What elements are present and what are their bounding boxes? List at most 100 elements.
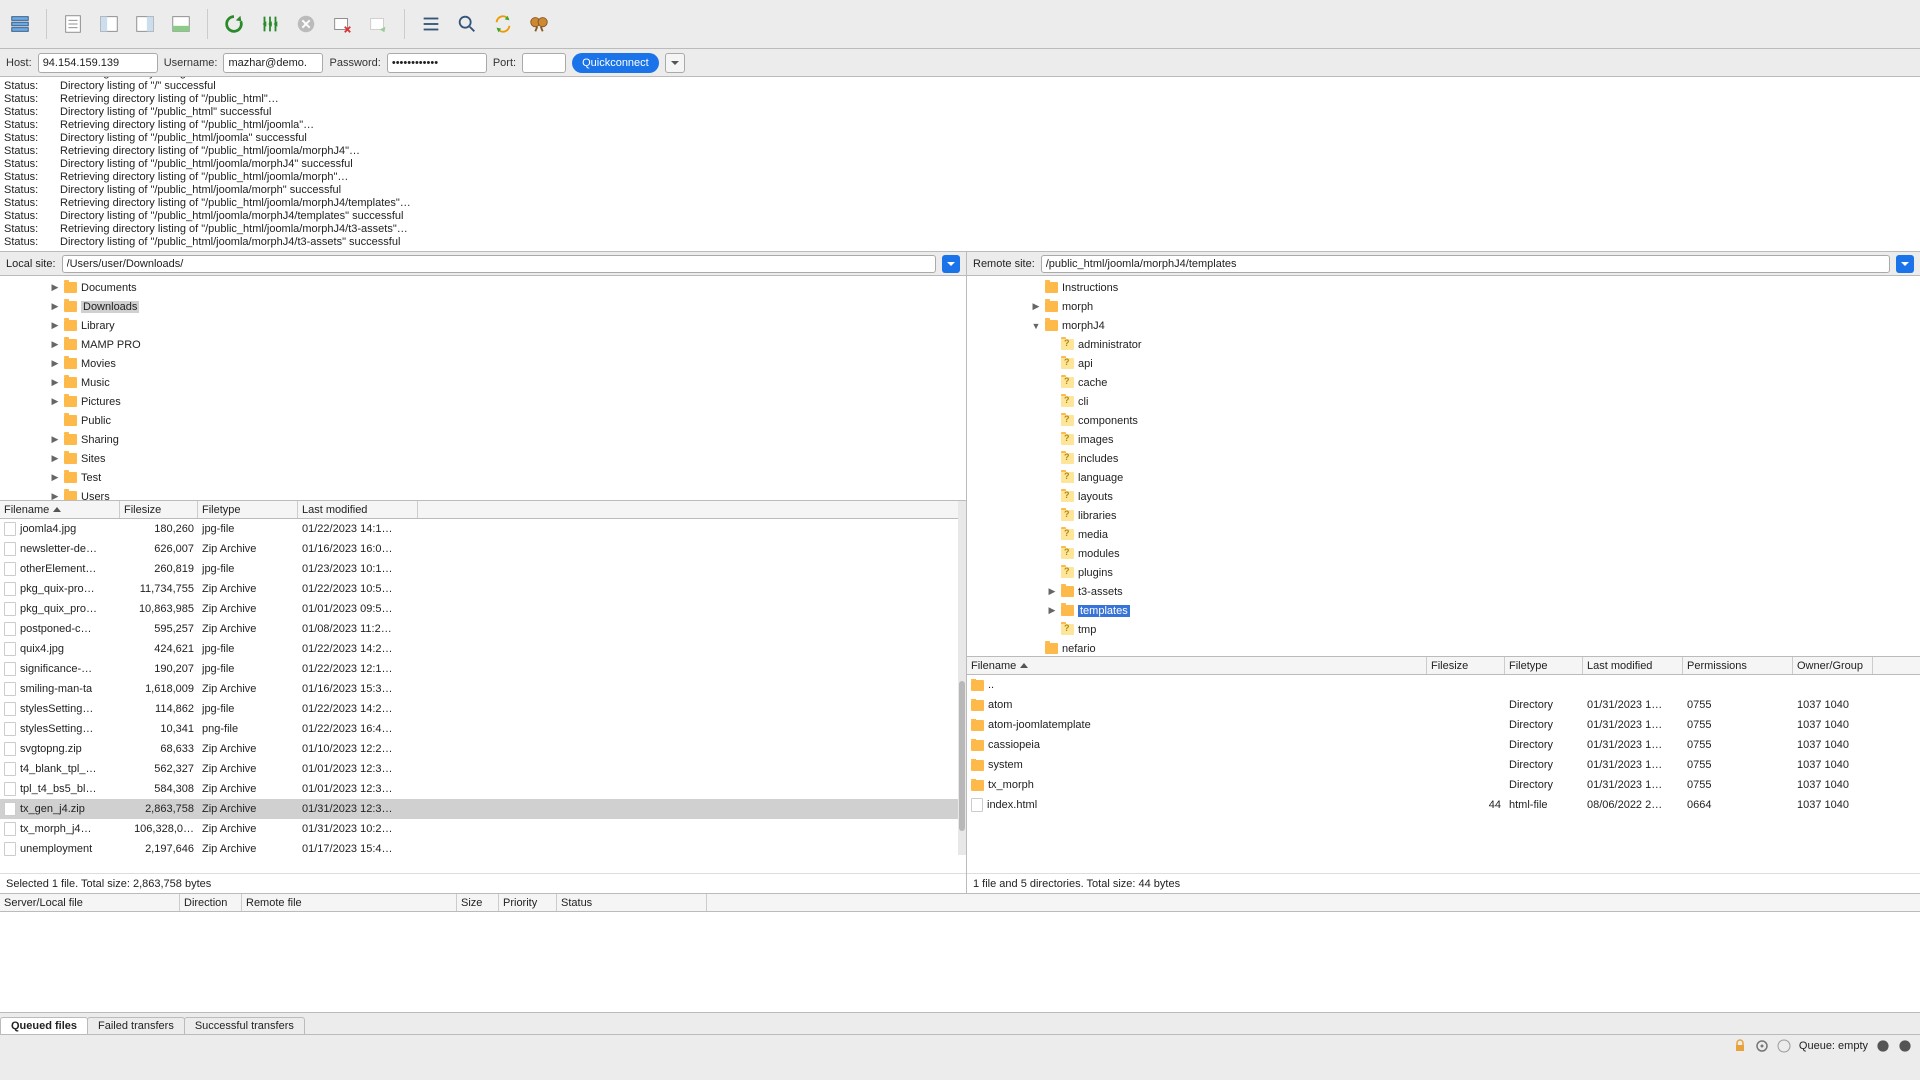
disclosure-icon[interactable]: ▶ xyxy=(1031,301,1041,312)
remote-list-header[interactable]: Filename Filesize Filetype Last modified… xyxy=(967,657,1920,675)
tree-item[interactable]: ▶t3-assets xyxy=(967,582,1920,601)
process-queue-icon[interactable] xyxy=(256,10,284,38)
disclosure-icon[interactable]: ▶ xyxy=(50,377,60,388)
file-row[interactable]: significance-…190,207jpg-file01/22/2023 … xyxy=(0,659,966,679)
disclosure-icon[interactable]: ▶ xyxy=(50,282,60,293)
toggle-localtree-icon[interactable] xyxy=(95,10,123,38)
local-tree[interactable]: ▶Documents▶Downloads▶Library▶MAMP PRO▶Mo… xyxy=(0,276,966,501)
col-status[interactable]: Status xyxy=(557,894,707,911)
col-server-localfile[interactable]: Server/Local file xyxy=(0,894,180,911)
filter-icon[interactable] xyxy=(417,10,445,38)
tab-queued-files[interactable]: Queued files xyxy=(0,1017,88,1034)
file-row[interactable]: newsletter-de…626,007Zip Archive01/16/20… xyxy=(0,539,966,559)
quickconnect-dropdown[interactable] xyxy=(665,53,685,73)
tree-item[interactable]: components xyxy=(967,411,1920,430)
refresh-icon[interactable] xyxy=(220,10,248,38)
tree-item[interactable]: includes xyxy=(967,449,1920,468)
host-input[interactable] xyxy=(38,53,158,73)
port-input[interactable] xyxy=(522,53,566,73)
tree-item[interactable]: cli xyxy=(967,392,1920,411)
file-row[interactable]: unemployment2,197,646Zip Archive01/17/20… xyxy=(0,839,966,859)
message-log[interactable]: Status:Retrieving directory listing…Stat… xyxy=(0,77,1920,252)
tree-item[interactable]: Instructions xyxy=(967,278,1920,297)
col-permissions[interactable]: Permissions xyxy=(1683,657,1793,674)
col-filename[interactable]: Filename xyxy=(967,657,1427,674)
tree-item[interactable]: libraries xyxy=(967,506,1920,525)
tree-item[interactable]: plugins xyxy=(967,563,1920,582)
col-filetype[interactable]: Filetype xyxy=(198,501,298,518)
remote-path-dropdown[interactable] xyxy=(1896,255,1914,273)
file-row[interactable]: tx_morph_j4…106,328,0…Zip Archive01/31/2… xyxy=(0,819,966,839)
tree-item[interactable]: ▶Users xyxy=(0,487,966,501)
tree-item[interactable]: Public xyxy=(0,411,966,430)
cancel-icon[interactable] xyxy=(292,10,320,38)
disclosure-icon[interactable]: ▼ xyxy=(1031,321,1041,331)
col-filetype[interactable]: Filetype xyxy=(1505,657,1583,674)
tree-item[interactable]: tmp xyxy=(967,620,1920,639)
local-path-input[interactable] xyxy=(62,255,936,273)
tree-item[interactable]: layouts xyxy=(967,487,1920,506)
directory-compare-icon[interactable] xyxy=(453,10,481,38)
tree-item[interactable]: ▶Sites xyxy=(0,449,966,468)
file-row[interactable]: smiling-man-ta1,618,009Zip Archive01/16/… xyxy=(0,679,966,699)
disclosure-icon[interactable]: ▶ xyxy=(50,358,60,369)
file-row[interactable]: postponed-c…595,257Zip Archive01/08/2023… xyxy=(0,619,966,639)
col-direction[interactable]: Direction xyxy=(180,894,242,911)
tree-item[interactable]: ▶Downloads xyxy=(0,297,966,316)
tree-item[interactable]: modules xyxy=(967,544,1920,563)
tree-item[interactable]: ▶templates xyxy=(967,601,1920,620)
tree-item[interactable]: ▶Documents xyxy=(0,278,966,297)
local-file-list[interactable]: joomla4.jpg180,260jpg-file01/22/2023 14:… xyxy=(0,519,966,873)
disclosure-icon[interactable]: ▶ xyxy=(50,320,60,331)
tree-item[interactable]: ▶morph xyxy=(967,297,1920,316)
tab-failed-transfers[interactable]: Failed transfers xyxy=(87,1017,185,1034)
disclosure-icon[interactable]: ▶ xyxy=(1047,605,1057,616)
gear-icon[interactable] xyxy=(1755,1039,1769,1053)
file-row[interactable]: atom-joomlatemplateDirectory01/31/2023 1… xyxy=(967,715,1920,735)
tree-item[interactable]: ▶Test xyxy=(0,468,966,487)
tree-item[interactable]: ▶Music xyxy=(0,373,966,392)
toggle-queue-icon[interactable] xyxy=(167,10,195,38)
col-filename[interactable]: Filename xyxy=(0,501,120,518)
file-row[interactable]: joomla4.jpg180,260jpg-file01/22/2023 14:… xyxy=(0,519,966,539)
col-priority[interactable]: Priority xyxy=(499,894,557,911)
file-row[interactable]: quix4.jpg424,621jpg-file01/22/2023 14:2… xyxy=(0,639,966,659)
queue-header[interactable]: Server/Local file Direction Remote file … xyxy=(0,894,1920,912)
disclosure-icon[interactable]: ▶ xyxy=(50,472,60,483)
file-row[interactable]: svgtopng.zip68,633Zip Archive01/10/2023 … xyxy=(0,739,966,759)
tree-item[interactable]: media xyxy=(967,525,1920,544)
file-row[interactable]: otherElement…260,819jpg-file01/23/2023 1… xyxy=(0,559,966,579)
disclosure-icon[interactable]: ▶ xyxy=(50,453,60,464)
file-row[interactable]: t4_blank_tpl_…562,327Zip Archive01/01/20… xyxy=(0,759,966,779)
disclosure-icon[interactable]: ▶ xyxy=(50,396,60,407)
col-size[interactable]: Size xyxy=(457,894,499,911)
file-row[interactable]: tx_gen_j4.zip2,863,758Zip Archive01/31/2… xyxy=(0,799,966,819)
col-filesize[interactable]: Filesize xyxy=(1427,657,1505,674)
tree-item[interactable]: api xyxy=(967,354,1920,373)
col-filesize[interactable]: Filesize xyxy=(120,501,198,518)
remote-tree[interactable]: Instructions▶morph▼morphJ4administratora… xyxy=(967,276,1920,657)
tree-item[interactable]: administrator xyxy=(967,335,1920,354)
disclosure-icon[interactable]: ▶ xyxy=(1047,586,1057,597)
file-row[interactable]: pkg_quix-pro…11,734,755Zip Archive01/22/… xyxy=(0,579,966,599)
disclosure-icon[interactable]: ▶ xyxy=(50,339,60,350)
disclosure-icon[interactable]: ▶ xyxy=(50,301,60,312)
disclosure-icon[interactable]: ▶ xyxy=(50,434,60,445)
sync-browse-icon[interactable] xyxy=(489,10,517,38)
tree-item[interactable]: language xyxy=(967,468,1920,487)
disclosure-icon[interactable]: ▶ xyxy=(50,491,60,501)
reconnect-icon[interactable] xyxy=(364,10,392,38)
local-list-header[interactable]: Filename Filesize Filetype Last modified xyxy=(0,501,966,519)
tree-item[interactable]: images xyxy=(967,430,1920,449)
disconnect-icon[interactable] xyxy=(328,10,356,38)
file-row[interactable]: atomDirectory01/31/2023 1…07551037 1040 xyxy=(967,695,1920,715)
file-row[interactable]: .. xyxy=(967,675,1920,695)
local-path-dropdown[interactable] xyxy=(942,255,960,273)
queue-list[interactable] xyxy=(0,912,1920,1012)
file-row[interactable]: systemDirectory01/31/2023 1…07551037 104… xyxy=(967,755,1920,775)
col-lastmodified[interactable]: Last modified xyxy=(298,501,418,518)
col-ownergroup[interactable]: Owner/Group xyxy=(1793,657,1873,674)
tree-item[interactable]: ▶Sharing xyxy=(0,430,966,449)
file-row[interactable]: pkg_quix_pro…10,863,985Zip Archive01/01/… xyxy=(0,599,966,619)
tree-item[interactable]: ▶Movies xyxy=(0,354,966,373)
